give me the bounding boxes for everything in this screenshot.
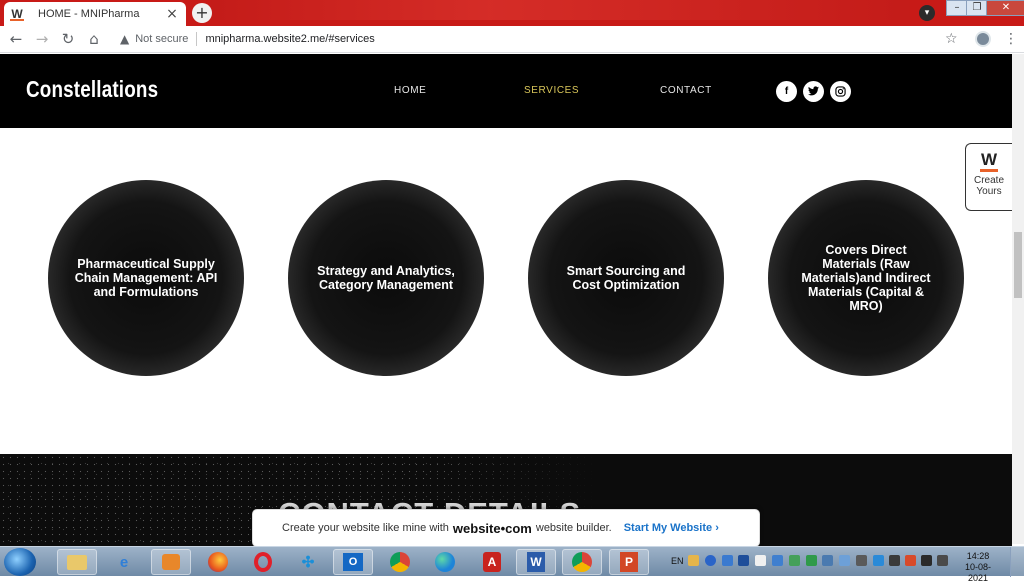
promo-text-before: Create your website like mine with: [282, 522, 449, 534]
service-circle: Smart Sourcing and Cost Optimization: [528, 180, 724, 376]
outlook-icon[interactable]: O: [333, 549, 373, 575]
promo-text-after: website builder.: [535, 522, 612, 534]
tab-close-icon[interactable]: ×: [164, 6, 180, 22]
tray-app-icon[interactable]: [856, 555, 867, 566]
site-header: Constellations HOME SERVICES CONTACT f: [0, 54, 1012, 128]
service-text: Covers Direct Materials (Raw Materials)a…: [801, 243, 931, 313]
tray-app-icon[interactable]: [873, 555, 884, 566]
service-circle: Strategy and Analytics, Category Managem…: [288, 180, 484, 376]
system-clock[interactable]: 14:28 10-08-2021: [958, 551, 998, 584]
close-window-button[interactable]: ✕: [986, 0, 1024, 16]
file-explorer-icon[interactable]: [57, 549, 97, 575]
facebook-icon[interactable]: f: [776, 81, 797, 102]
website-logo-icon: W: [980, 150, 998, 169]
url-separator: [196, 32, 198, 46]
browser-tab-active[interactable]: W HOME - MNIPharma ×: [4, 2, 186, 26]
tray-app-icon[interactable]: [738, 555, 749, 566]
forward-arrow-icon[interactable]: →: [30, 30, 54, 48]
service-text: Strategy and Analytics, Category Managem…: [317, 264, 455, 292]
warning-icon[interactable]: ▲: [120, 32, 129, 46]
tray-app-icon[interactable]: [905, 555, 916, 566]
windows-taskbar: e ✣ O A W P EN 14:28 10-08-2021: [0, 546, 1024, 583]
show-desktop-button[interactable]: [1010, 547, 1024, 577]
home-icon[interactable]: ⌂: [82, 30, 106, 48]
promo-brand-logo: website•com: [452, 520, 532, 536]
internet-explorer-icon[interactable]: e: [104, 549, 144, 575]
service-circle: Pharmaceutical Supply Chain Management: …: [48, 180, 244, 376]
chrome-active-icon[interactable]: [562, 549, 602, 575]
tray-app-icon[interactable]: [772, 555, 783, 566]
acrobat-icon[interactable]: A: [472, 549, 512, 575]
minimize-button[interactable]: –: [946, 0, 968, 16]
service-text: Pharmaceutical Supply Chain Management: …: [74, 257, 218, 299]
help-icon[interactable]: [705, 555, 716, 566]
media-player-icon[interactable]: [151, 549, 191, 575]
firefox-icon[interactable]: [198, 549, 238, 575]
menu-kebab-icon[interactable]: ⋮: [1004, 31, 1018, 47]
logo-underline: [980, 169, 998, 172]
scrollbar-thumb[interactable]: [1014, 232, 1022, 298]
opera-icon[interactable]: [243, 549, 283, 575]
tray-app-icon[interactable]: [722, 555, 733, 566]
nav-services[interactable]: SERVICES: [524, 85, 579, 96]
edge-icon[interactable]: [425, 549, 465, 575]
instagram-icon[interactable]: [830, 81, 851, 102]
restore-button[interactable]: ❐: [966, 0, 988, 16]
twitter-icon[interactable]: [803, 81, 824, 102]
network-app-icon[interactable]: ✣: [288, 549, 328, 575]
website-favicon-icon: W: [10, 7, 24, 21]
tab-title: HOME - MNIPharma: [38, 8, 140, 20]
site-logo[interactable]: Constellations: [26, 76, 158, 103]
tray-app-icon[interactable]: [889, 555, 900, 566]
media-control-icon[interactable]: ▾: [919, 5, 935, 21]
tray-app-icon[interactable]: [688, 555, 699, 566]
back-arrow-icon[interactable]: ←: [4, 30, 28, 48]
yours-label: Yours: [976, 186, 1002, 197]
browser-tab-strip: W HOME - MNIPharma × + ▾ – ❐ ✕: [0, 0, 1024, 26]
service-text: Smart Sourcing and Cost Optimization: [566, 264, 686, 292]
promo-banner: Create your website like mine with websi…: [252, 509, 760, 547]
bookmark-star-icon[interactable]: ☆: [945, 31, 958, 47]
start-button[interactable]: [4, 548, 36, 576]
reload-icon[interactable]: ↻: [56, 30, 80, 48]
language-indicator[interactable]: EN: [671, 556, 684, 566]
background-window-title: [210, 0, 910, 20]
tray-app-icon[interactable]: [806, 555, 817, 566]
flag-icon[interactable]: [755, 555, 766, 566]
service-circle: Covers Direct Materials (Raw Materials)a…: [768, 180, 964, 376]
tray-app-icon[interactable]: [789, 555, 800, 566]
nav-contact[interactable]: CONTACT: [660, 85, 712, 96]
browser-toolbar: ← → ↻ ⌂ ▲ Not secure mnipharma.website2.…: [0, 26, 1024, 53]
volume-icon[interactable]: [921, 555, 932, 566]
word-icon[interactable]: W: [516, 549, 556, 575]
start-my-website-link[interactable]: Start My Website ›: [624, 522, 719, 534]
profile-avatar[interactable]: [975, 31, 991, 47]
signal-icon[interactable]: [937, 555, 948, 566]
powerpoint-icon[interactable]: P: [609, 549, 649, 575]
clock-date: 10-08-2021: [964, 562, 991, 583]
address-bar[interactable]: mnipharma.website2.me/#services: [205, 33, 374, 45]
page-scrollbar[interactable]: [1012, 54, 1024, 544]
tray-app-icon[interactable]: [839, 555, 850, 566]
chrome-icon[interactable]: [380, 549, 420, 575]
new-tab-button[interactable]: +: [192, 3, 212, 23]
create-label: Create: [973, 175, 1004, 186]
nav-home[interactable]: HOME: [394, 85, 426, 96]
create-yours-widget[interactable]: W Create Yours: [965, 143, 1012, 211]
clock-time: 14:28: [966, 551, 990, 561]
security-status[interactable]: Not secure: [135, 33, 188, 45]
tray-app-icon[interactable]: [822, 555, 833, 566]
